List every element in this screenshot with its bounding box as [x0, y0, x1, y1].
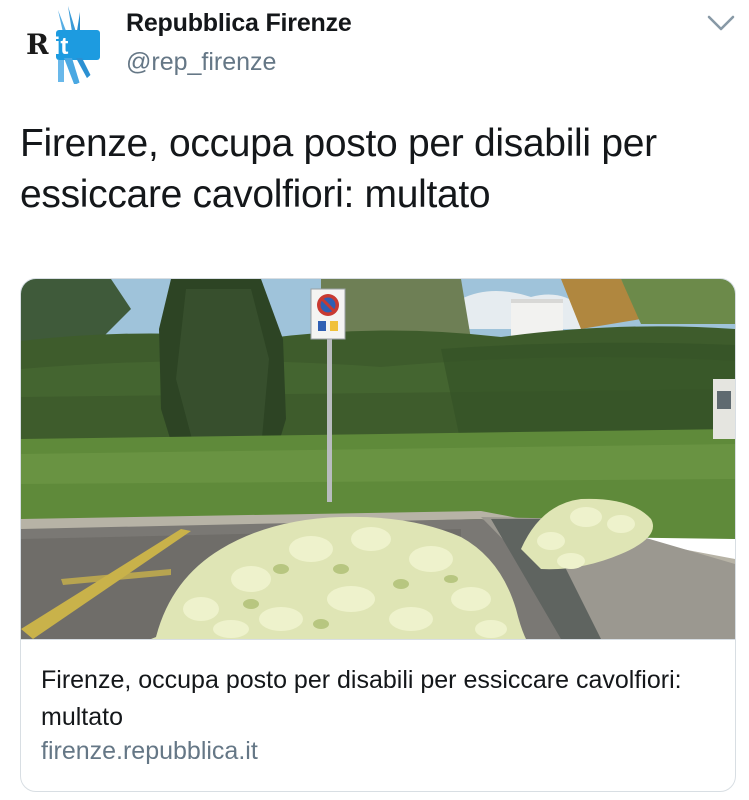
tweet-text: Firenze, occupa posto per disabili per e… [20, 122, 657, 216]
card-title[interactable]: Firenze, occupa posto per disabili per e… [41, 662, 721, 736]
card-photo[interactable] [21, 279, 735, 639]
card-text-area[interactable]: Firenze, occupa posto per disabili per e… [21, 639, 735, 791]
account-handle[interactable]: @rep_firenze [126, 48, 276, 77]
link-card[interactable]: Firenze, occupa posto per disabili per e… [20, 278, 736, 792]
card-domain[interactable]: firenze.repubblica.it [41, 737, 258, 766]
avatar-letters-it: .it [47, 33, 68, 60]
account-name[interactable]: Repubblica Firenze [126, 9, 352, 38]
avatar-logo[interactable]: R .it [18, 2, 104, 88]
tweet: R .it Repubblica Firenze @rep_firenze Fi… [0, 0, 749, 800]
chevron-down-icon[interactable] [706, 12, 736, 34]
